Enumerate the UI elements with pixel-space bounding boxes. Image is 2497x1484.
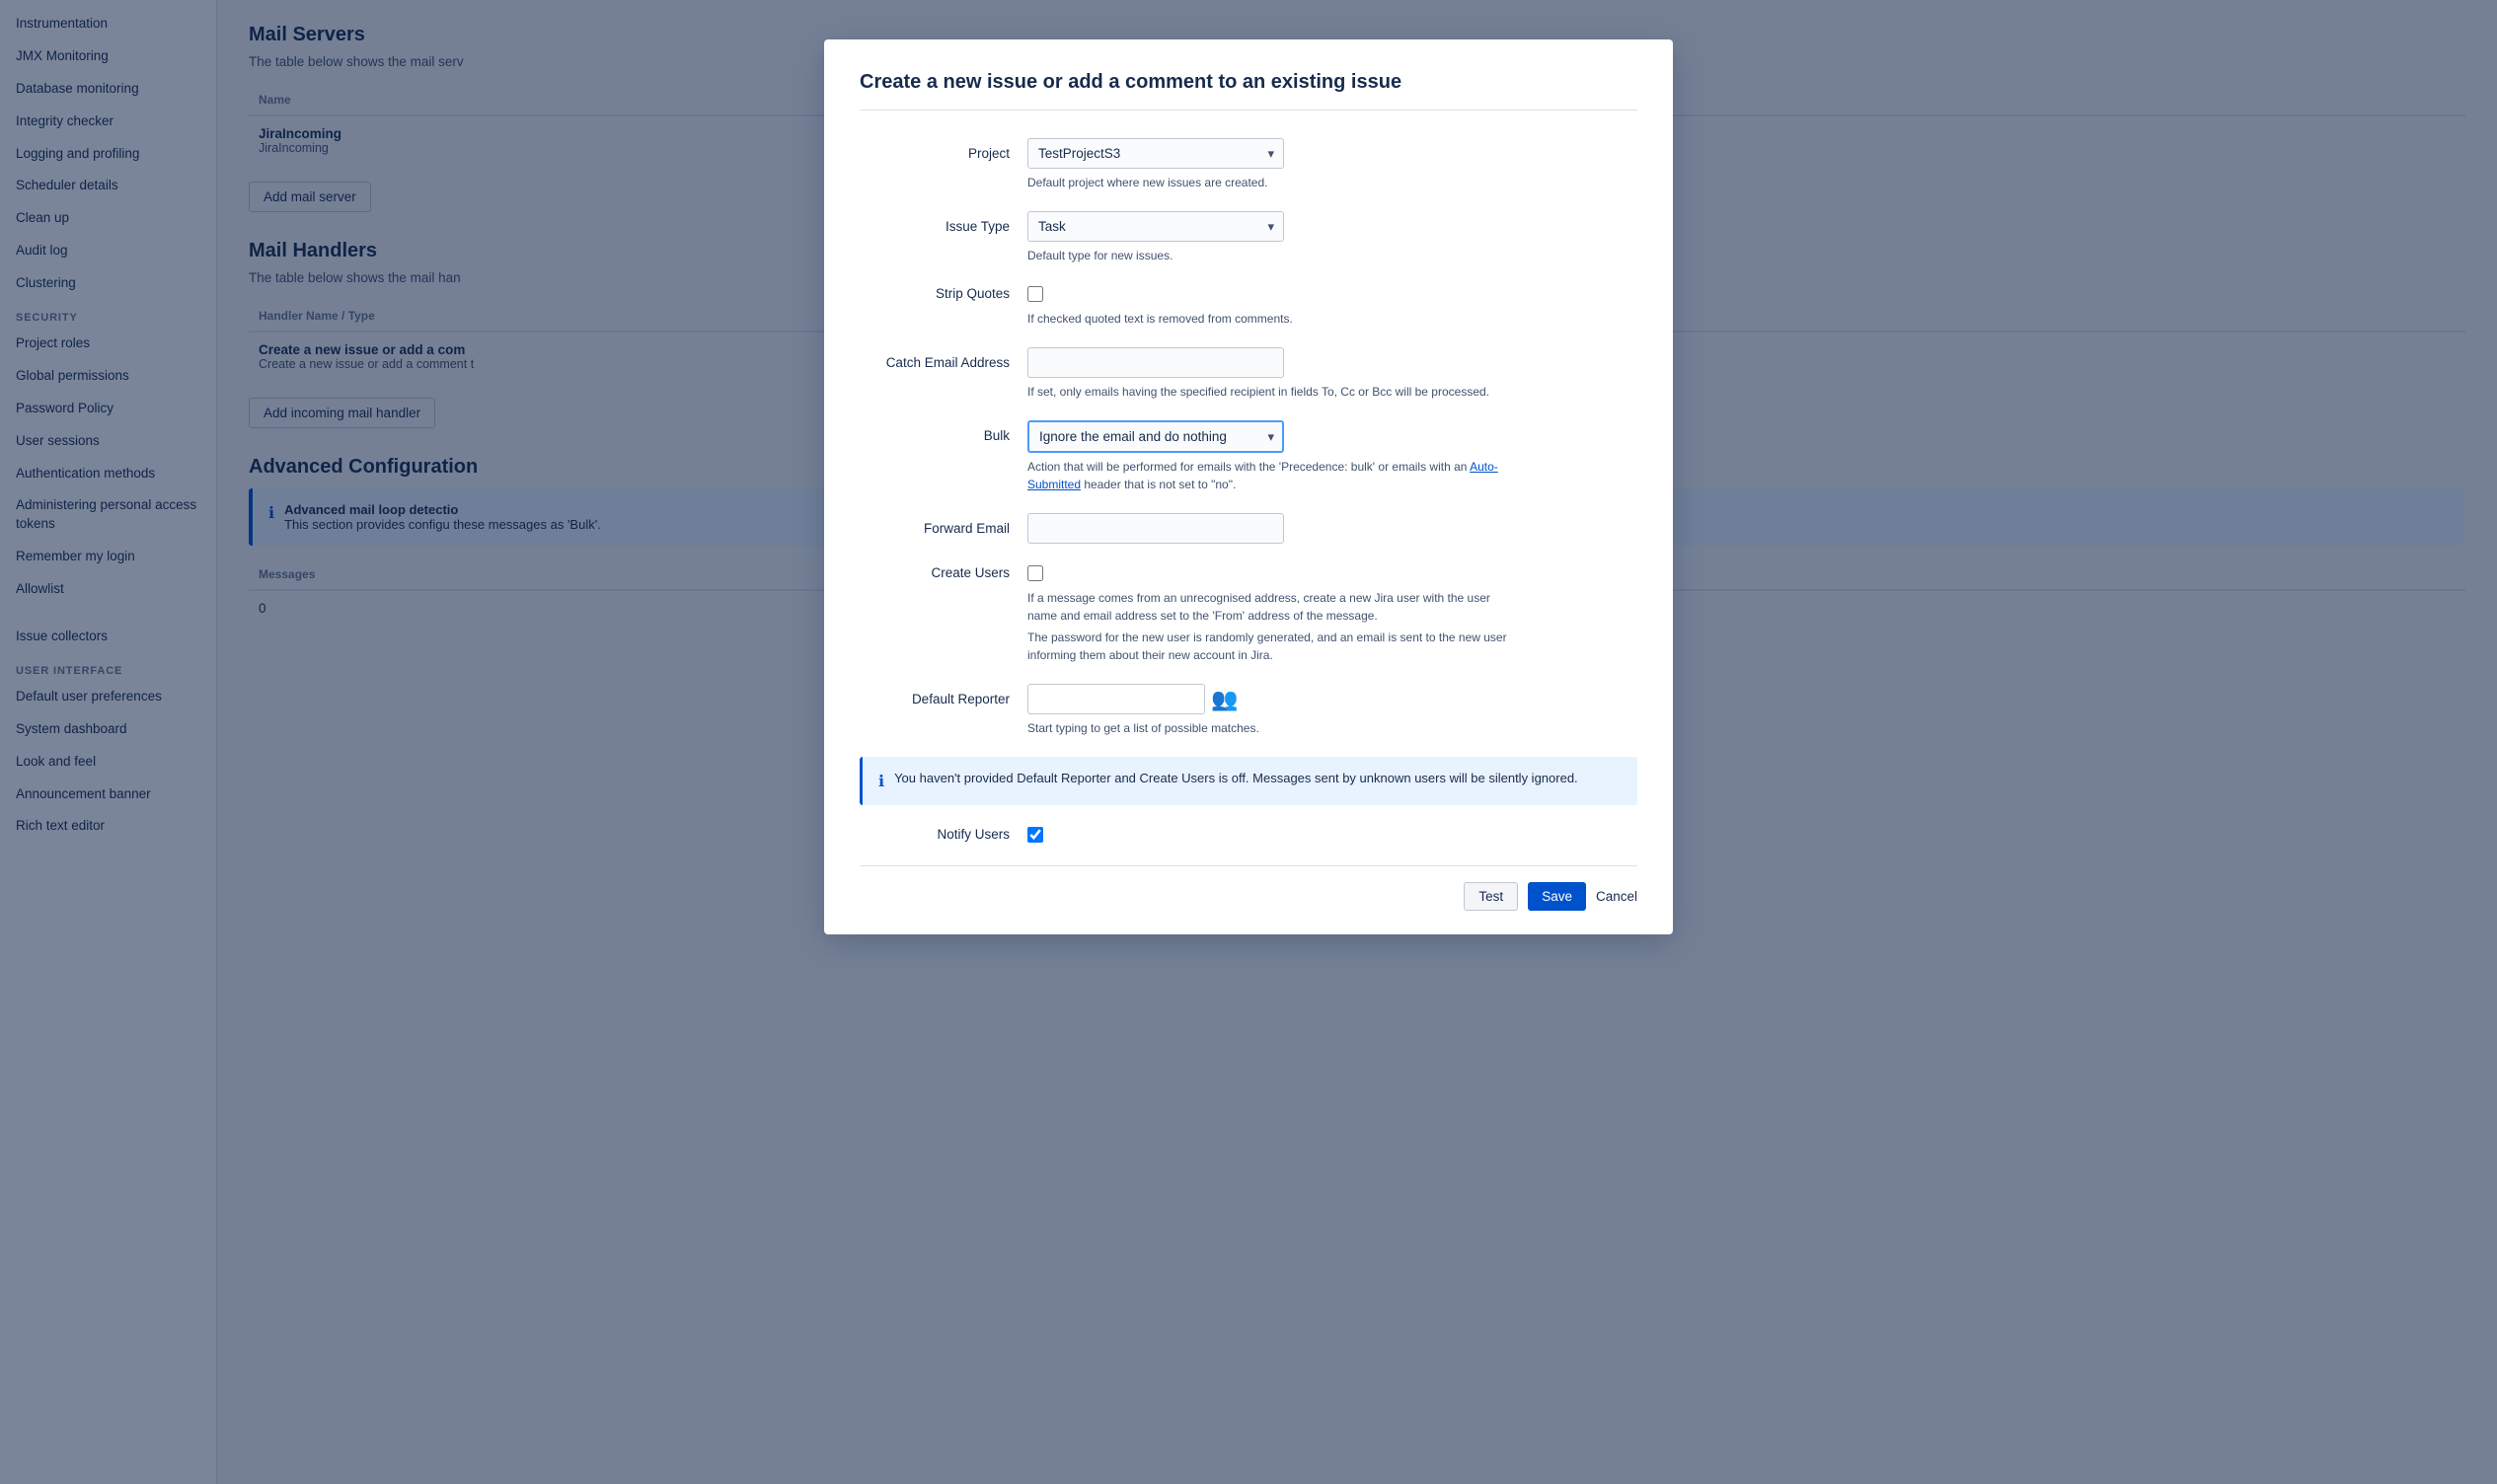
warning-box: ℹ You haven't provided Default Reporter …: [860, 757, 1637, 805]
project-select-wrapper: TestProjectS3TestProject1TestProject2: [1027, 138, 1284, 169]
cancel-button[interactable]: Cancel: [1596, 889, 1637, 904]
catch-email-hint: If set, only emails having the specified…: [1027, 383, 1521, 401]
modal-overlay: Create a new issue or add a comment to a…: [0, 0, 2497, 1484]
warning-text: You haven't provided Default Reporter an…: [894, 771, 1578, 785]
create-users-label: Create Users: [860, 563, 1027, 580]
project-select[interactable]: TestProjectS3TestProject1TestProject2: [1027, 138, 1284, 169]
create-users-hint1: If a message comes from an unrecognised …: [1027, 589, 1521, 625]
modal-dialog: Create a new issue or add a comment to a…: [824, 39, 1673, 934]
strip-quotes-label: Strip Quotes: [860, 284, 1027, 301]
bulk-select[interactable]: Ignore the email and do nothingDelete th…: [1027, 420, 1284, 453]
project-field-row: Project TestProjectS3TestProject1TestPro…: [860, 138, 1637, 191]
catch-email-field: If set, only emails having the specified…: [1027, 347, 1637, 401]
bulk-hint: Action that will be performed for emails…: [1027, 458, 1521, 493]
strip-quotes-field: If checked quoted text is removed from c…: [1027, 284, 1637, 328]
strip-quotes-hint: If checked quoted text is removed from c…: [1027, 310, 1521, 328]
bulk-field: Ignore the email and do nothingDelete th…: [1027, 420, 1637, 493]
create-users-field: If a message comes from an unrecognised …: [1027, 563, 1637, 664]
default-reporter-hint: Start typing to get a list of possible m…: [1027, 719, 1521, 737]
issue-type-label: Issue Type: [860, 211, 1027, 234]
catch-email-label: Catch Email Address: [860, 347, 1027, 370]
modal-title: Create a new issue or add a comment to a…: [860, 71, 1637, 111]
forward-email-field: [1027, 513, 1637, 544]
notify-users-checkbox[interactable]: [1027, 827, 1043, 843]
reporter-input-wrap: 👥: [1027, 684, 1637, 714]
test-button[interactable]: Test: [1464, 882, 1518, 911]
issue-type-field-row: Issue Type TaskBugStoryEpic Default type…: [860, 211, 1637, 264]
project-hint: Default project where new issues are cre…: [1027, 174, 1521, 191]
default-reporter-field: 👥 Start typing to get a list of possible…: [1027, 684, 1637, 737]
notify-users-field: [1027, 825, 1637, 846]
catch-email-row: Catch Email Address If set, only emails …: [860, 347, 1637, 401]
notify-users-row: Notify Users: [860, 825, 1637, 846]
issue-type-field: TaskBugStoryEpic Default type for new is…: [1027, 211, 1637, 264]
forward-email-row: Forward Email: [860, 513, 1637, 544]
issue-type-select-wrapper: TaskBugStoryEpic: [1027, 211, 1284, 242]
bulk-label: Bulk: [860, 420, 1027, 443]
notify-users-label: Notify Users: [860, 825, 1027, 842]
default-reporter-label: Default Reporter: [860, 684, 1027, 706]
bulk-select-wrapper: Ignore the email and do nothingDelete th…: [1027, 420, 1284, 453]
strip-quotes-row: Strip Quotes If checked quoted text is r…: [860, 284, 1637, 328]
save-button[interactable]: Save: [1528, 882, 1586, 911]
default-reporter-row: Default Reporter 👥 Start typing to get a…: [860, 684, 1637, 737]
warning-icon: ℹ: [878, 772, 884, 791]
create-users-row: Create Users If a message comes from an …: [860, 563, 1637, 664]
catch-email-input[interactable]: [1027, 347, 1284, 378]
issue-type-hint: Default type for new issues.: [1027, 247, 1521, 264]
bulk-field-row: Bulk Ignore the email and do nothingDele…: [860, 420, 1637, 493]
issue-type-select[interactable]: TaskBugStoryEpic: [1027, 211, 1284, 242]
create-users-hint2: The password for the new user is randoml…: [1027, 629, 1521, 664]
create-users-checkbox[interactable]: [1027, 565, 1043, 581]
modal-footer: Test Save Cancel: [860, 865, 1637, 911]
project-field: TestProjectS3TestProject1TestProject2 De…: [1027, 138, 1637, 191]
strip-quotes-checkbox[interactable]: [1027, 286, 1043, 302]
project-label: Project: [860, 138, 1027, 161]
default-reporter-input[interactable]: [1027, 684, 1205, 714]
forward-email-input[interactable]: [1027, 513, 1284, 544]
reporter-browse-icon[interactable]: 👥: [1211, 687, 1238, 712]
forward-email-label: Forward Email: [860, 513, 1027, 536]
